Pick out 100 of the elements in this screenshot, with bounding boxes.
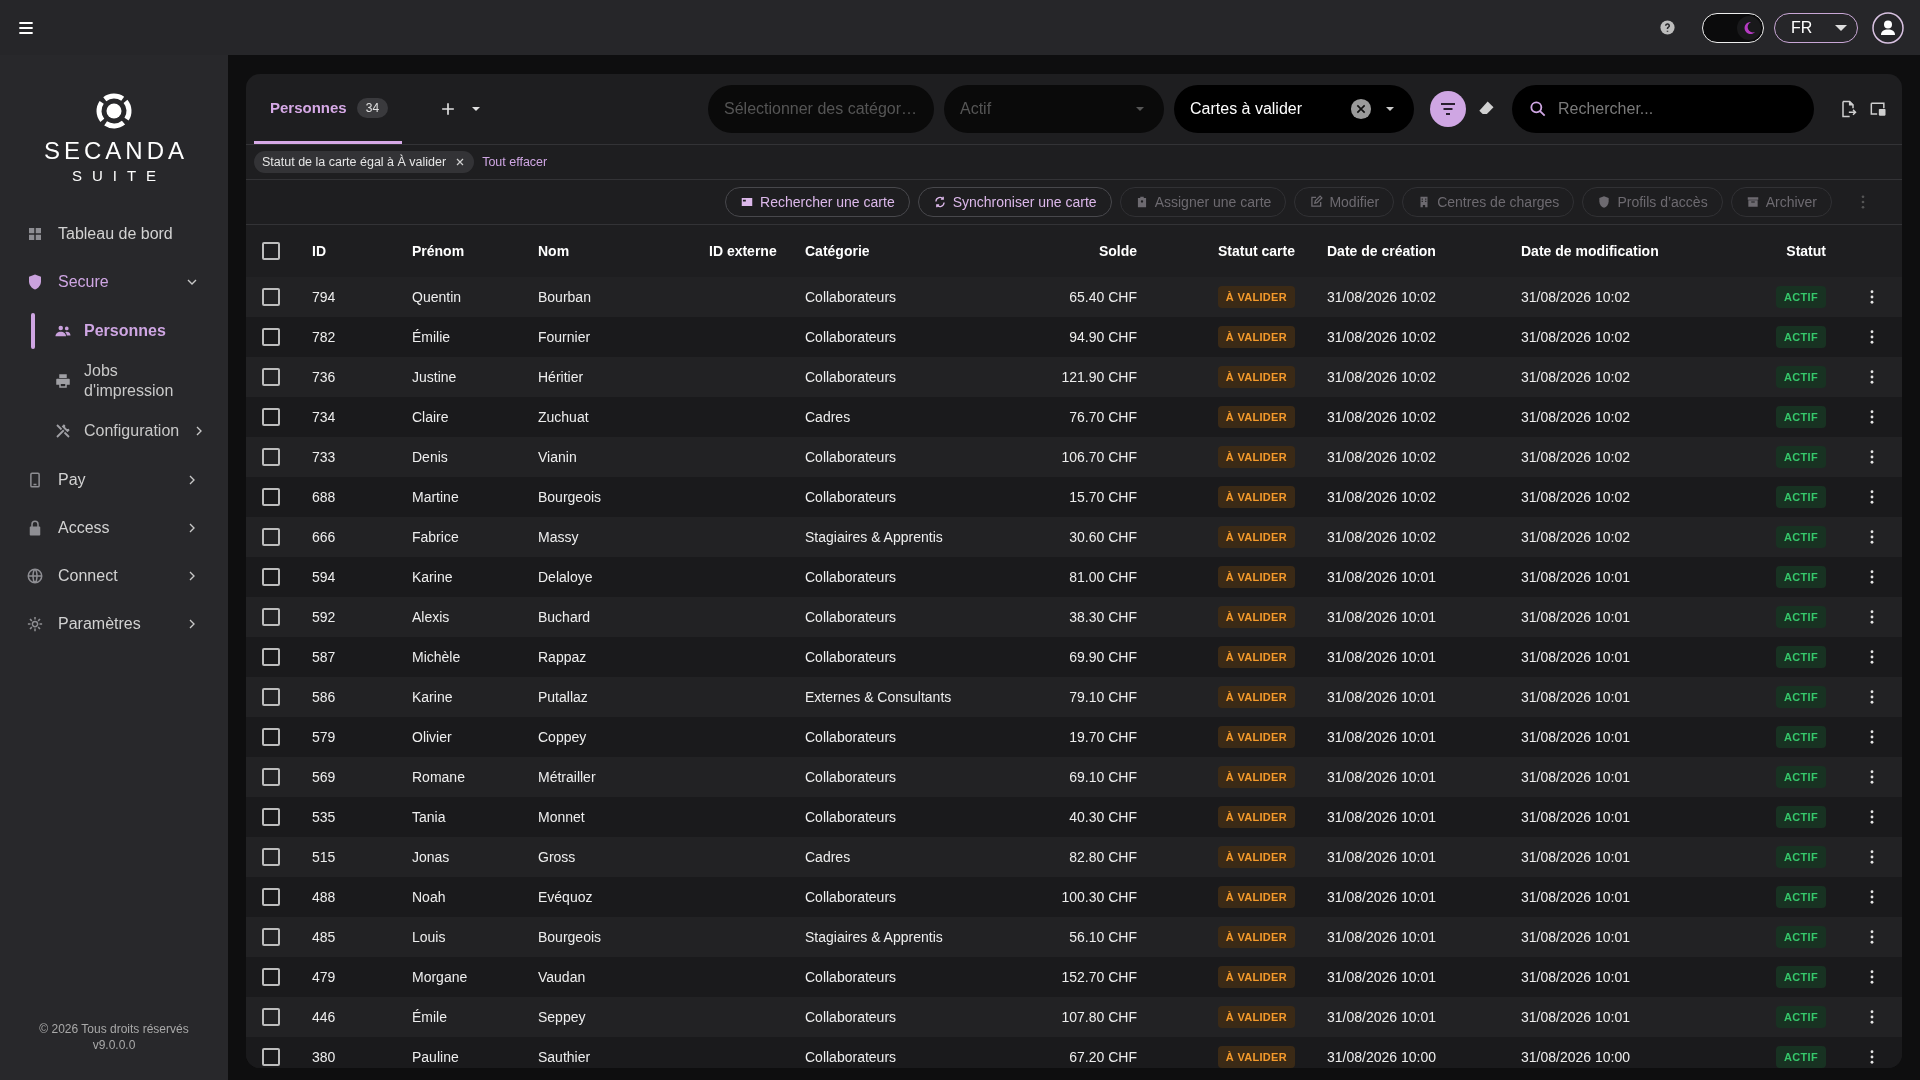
table-cell: 31/08/2026 10:00 xyxy=(1521,1049,1630,1065)
row-checkbox[interactable] xyxy=(262,568,280,586)
nav-item[interactable]: Tableau de bord xyxy=(0,210,228,258)
table-cell: Bourgeois xyxy=(538,929,602,945)
row-checkbox[interactable] xyxy=(262,728,280,746)
status-badge: ACTIF xyxy=(1776,446,1826,468)
table-cell: 31/08/2026 10:01 xyxy=(1327,609,1436,625)
clear-icon[interactable] xyxy=(1350,98,1372,120)
status-badge: ACTIF xyxy=(1776,406,1826,428)
row-checkbox[interactable] xyxy=(262,368,280,386)
table-cell: Vaudan xyxy=(538,969,586,985)
table-cell: Romane xyxy=(412,769,465,785)
printer-icon xyxy=(54,372,72,390)
row-checkbox[interactable] xyxy=(262,848,280,866)
table-cell: 31/08/2026 10:01 xyxy=(1327,1009,1436,1025)
filter-chip[interactable]: Statut de la carte égal à À valider xyxy=(254,151,475,173)
tab[interactable]: Personnes 34 xyxy=(254,74,402,144)
grid-icon xyxy=(26,225,44,243)
logo-text: SECANDA xyxy=(44,137,188,165)
table-cell: 31/08/2026 10:01 xyxy=(1327,649,1436,665)
table-cell: 38.30 CHF xyxy=(1069,609,1137,625)
row-checkbox[interactable] xyxy=(262,488,280,506)
table-cell: Cadres xyxy=(805,409,851,425)
table-cell: Delaloye xyxy=(538,569,593,585)
table-cell: 31/08/2026 10:01 xyxy=(1327,729,1436,745)
table-cell: 106.70 CHF xyxy=(1061,449,1137,465)
row-checkbox[interactable] xyxy=(262,928,280,946)
row-checkbox[interactable] xyxy=(262,888,280,906)
nav-subitem[interactable]: Configuration xyxy=(0,406,228,456)
row-checkbox[interactable] xyxy=(262,648,280,666)
table-cell: Collaborateurs xyxy=(805,569,897,585)
table-cell: Collaborateurs xyxy=(805,1049,897,1065)
status-badge: ACTIF xyxy=(1776,846,1826,868)
edit-icon xyxy=(1309,195,1324,209)
filter-button[interactable] xyxy=(1430,91,1466,127)
table-cell: 31/08/2026 10:01 xyxy=(1521,649,1630,665)
row-checkbox[interactable] xyxy=(262,608,280,626)
row-checkbox[interactable] xyxy=(262,768,280,786)
table-cell: Seppey xyxy=(538,1009,586,1025)
nav-subitem[interactable]: Personnes xyxy=(0,306,228,356)
table-cell: Karine xyxy=(412,569,453,585)
table-cell: 94.90 CHF xyxy=(1069,329,1137,345)
table-cell: 782 xyxy=(312,329,336,345)
row-checkbox[interactable] xyxy=(262,1048,280,1066)
columns-icon[interactable] xyxy=(1868,99,1888,119)
nav-item[interactable]: Paramètres xyxy=(0,600,228,648)
table-cell: 31/08/2026 10:02 xyxy=(1327,449,1436,465)
clear-all-link[interactable]: Tout effacer xyxy=(482,155,548,169)
table-cell: 31/08/2026 10:02 xyxy=(1327,529,1436,545)
row-checkbox[interactable] xyxy=(262,288,280,306)
row-checkbox[interactable] xyxy=(262,968,280,986)
column-header[interactable]: ID externe xyxy=(709,243,777,259)
row-checkbox[interactable] xyxy=(262,528,280,546)
nav-item[interactable]: Access xyxy=(0,504,228,552)
nav-item[interactable]: Secure xyxy=(0,258,228,306)
status-badge: ACTIF xyxy=(1776,606,1826,628)
column-header[interactable]: Date de modification xyxy=(1521,243,1659,259)
column-header[interactable]: Date de création xyxy=(1327,243,1436,259)
nav-item[interactable]: Pay xyxy=(0,456,228,504)
settings-icon xyxy=(26,615,44,633)
status-badge: À VALIDER xyxy=(1217,646,1295,668)
table-cell: 31/08/2026 10:01 xyxy=(1521,609,1630,625)
help-icon[interactable] xyxy=(1659,19,1676,36)
column-header[interactable]: Catégorie xyxy=(805,243,870,259)
status-badge: ACTIF xyxy=(1776,286,1826,308)
user-icon[interactable] xyxy=(1872,11,1904,44)
column-header[interactable]: ID xyxy=(312,243,326,259)
table-cell: Olivier xyxy=(412,729,452,745)
table-cell: Vianin xyxy=(538,449,577,465)
table-cell: 479 xyxy=(312,969,336,985)
table-cell: 31/08/2026 10:01 xyxy=(1327,849,1436,865)
column-header[interactable]: Solde xyxy=(1098,243,1137,259)
table-cell: 31/08/2026 10:02 xyxy=(1327,409,1436,425)
table-cell: Justine xyxy=(412,369,457,385)
logo-subtitle: SUITE xyxy=(71,167,167,184)
column-header[interactable]: Prénom xyxy=(412,243,465,259)
nav-item[interactable]: Connect xyxy=(0,552,228,600)
column-header[interactable]: Statut carte xyxy=(1217,243,1295,259)
row-checkbox[interactable] xyxy=(262,688,280,706)
table-cell: 31/08/2026 10:02 xyxy=(1327,369,1436,385)
status-badge: À VALIDER xyxy=(1217,1006,1295,1028)
row-checkbox[interactable] xyxy=(262,448,280,466)
theme-toggle[interactable] xyxy=(1702,12,1764,43)
status-badge: À VALIDER xyxy=(1217,806,1295,828)
search-field[interactable]: Rechercher... xyxy=(1512,85,1814,133)
column-header[interactable]: Statut xyxy=(1786,243,1826,259)
nav-subitem[interactable]: Jobs d'impression xyxy=(0,356,228,406)
table-cell: 107.80 CHF xyxy=(1061,1009,1137,1025)
view-select[interactable]: Cartes à valider xyxy=(1174,85,1414,133)
row-checkbox[interactable] xyxy=(262,1008,280,1026)
status-badge: À VALIDER xyxy=(1217,486,1295,508)
table-cell: Michèle xyxy=(412,649,461,665)
row-checkbox[interactable] xyxy=(262,328,280,346)
row-checkbox[interactable] xyxy=(262,408,280,426)
table-cell: Métrailler xyxy=(538,769,596,785)
table-cell: 31/08/2026 10:02 xyxy=(1521,489,1630,505)
select-all-checkbox[interactable] xyxy=(262,242,280,260)
status-badge: ACTIF xyxy=(1776,526,1826,548)
row-checkbox[interactable] xyxy=(262,808,280,826)
column-header[interactable]: Nom xyxy=(538,243,570,259)
